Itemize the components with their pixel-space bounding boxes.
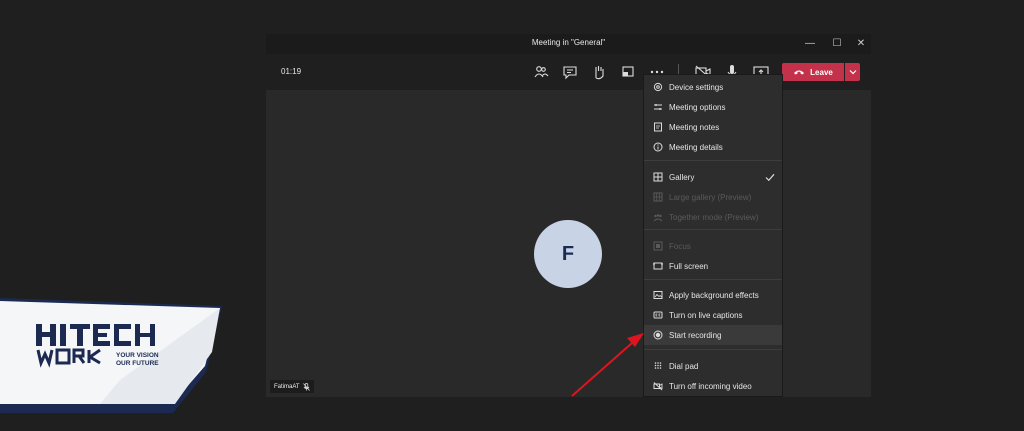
menu-item-start-recording[interactable]: Start recording (644, 325, 782, 345)
participant-name-tag: FatimaAT (270, 380, 314, 393)
menu-item-label: Meeting notes (669, 122, 720, 132)
minimize-button[interactable]: — (803, 37, 817, 51)
leave-button[interactable]: Leave (782, 63, 844, 81)
people-icon[interactable] (532, 63, 550, 81)
options-icon (654, 104, 662, 110)
menu-item-meeting-details[interactable]: Meeting details (644, 137, 782, 157)
menu-item-device-settings[interactable]: Device settings (644, 77, 782, 97)
gallery-icon (653, 172, 663, 182)
hitech-work-logo: YOUR VISION OUR FUTURE (0, 298, 222, 413)
chat-icon[interactable] (561, 63, 579, 81)
share-tray-icon[interactable] (619, 63, 637, 81)
large-gallery-icon (653, 192, 663, 202)
menu-item-full-screen[interactable]: Full screen (644, 256, 782, 276)
menu-item-label: Full screen (669, 261, 709, 271)
menu-item-meeting-notes[interactable]: Meeting notes (644, 117, 782, 137)
menu-item-label: Turn on live captions (669, 310, 743, 320)
menu-item-turn-off-incoming-video[interactable]: Turn off incoming video (644, 376, 782, 396)
menu-separator (644, 279, 782, 280)
checkmark-icon (765, 173, 775, 182)
captions-icon (653, 311, 663, 319)
leave-options-button[interactable] (845, 63, 860, 81)
menu-item-apply-background-effects[interactable]: Apply background effects (644, 285, 782, 305)
menu-item-label: Large gallery (Preview) (669, 192, 752, 202)
phone-hangup-icon (794, 70, 805, 75)
focus-icon (653, 241, 663, 251)
raise-hand-icon[interactable] (590, 63, 608, 81)
background-effects-icon (653, 291, 663, 299)
title-bar: Meeting in "General" — ☐ ✕ (266, 34, 871, 54)
dial-pad-icon (654, 362, 662, 369)
close-button[interactable]: ✕ (854, 37, 868, 51)
menu-item-dial-pad[interactable]: Dial pad (644, 356, 782, 376)
logo-tagline-1: YOUR VISION (116, 352, 159, 359)
menu-item-label: Start recording (669, 330, 722, 340)
menu-item-label: Meeting options (669, 102, 726, 112)
menu-separator (644, 349, 782, 350)
menu-item-gallery[interactable]: Gallery (644, 167, 782, 187)
menu-item-label: Dial pad (669, 361, 699, 371)
menu-separator (644, 160, 782, 161)
maximize-button[interactable]: ☐ (830, 37, 844, 51)
window-title: Meeting in "General" (531, 38, 606, 47)
logo-tagline-2: OUR FUTURE (116, 360, 159, 367)
menu-item-label: Device settings (669, 82, 724, 92)
participant-name: FatimaAT (274, 383, 300, 390)
gear-icon (653, 82, 663, 92)
mic-muted-icon (302, 382, 310, 391)
menu-item-large-gallery-preview: Large gallery (Preview) (644, 187, 782, 207)
video-off-icon (653, 382, 663, 391)
menu-item-label: Focus (669, 241, 691, 251)
notes-icon (654, 122, 662, 132)
more-actions-menu: Device settings Meeting options Meeting no… (643, 74, 783, 397)
menu-item-label: Together mode (Preview) (669, 212, 759, 222)
menu-item-turn-on-live-captions[interactable]: Turn on live captions (644, 305, 782, 325)
menu-item-label: Apply background effects (669, 290, 759, 300)
menu-item-focus: Focus (644, 236, 782, 256)
record-icon (653, 330, 663, 340)
menu-item-label: Gallery (669, 172, 695, 182)
chevron-down-icon (849, 70, 856, 75)
menu-item-label: Meeting details (669, 142, 723, 152)
info-icon (653, 142, 663, 152)
together-mode-icon (653, 214, 663, 222)
menu-item-meeting-options[interactable]: Meeting options (644, 97, 782, 117)
menu-item-together-mode-preview: Together mode (Preview) (644, 207, 782, 227)
full-screen-icon (653, 262, 663, 270)
menu-separator (644, 229, 782, 230)
menu-item-label: Turn off incoming video (669, 381, 752, 391)
meeting-timer: 01:19 (281, 67, 302, 76)
leave-label: Leave (810, 67, 833, 77)
participant-avatar: F (534, 220, 602, 288)
